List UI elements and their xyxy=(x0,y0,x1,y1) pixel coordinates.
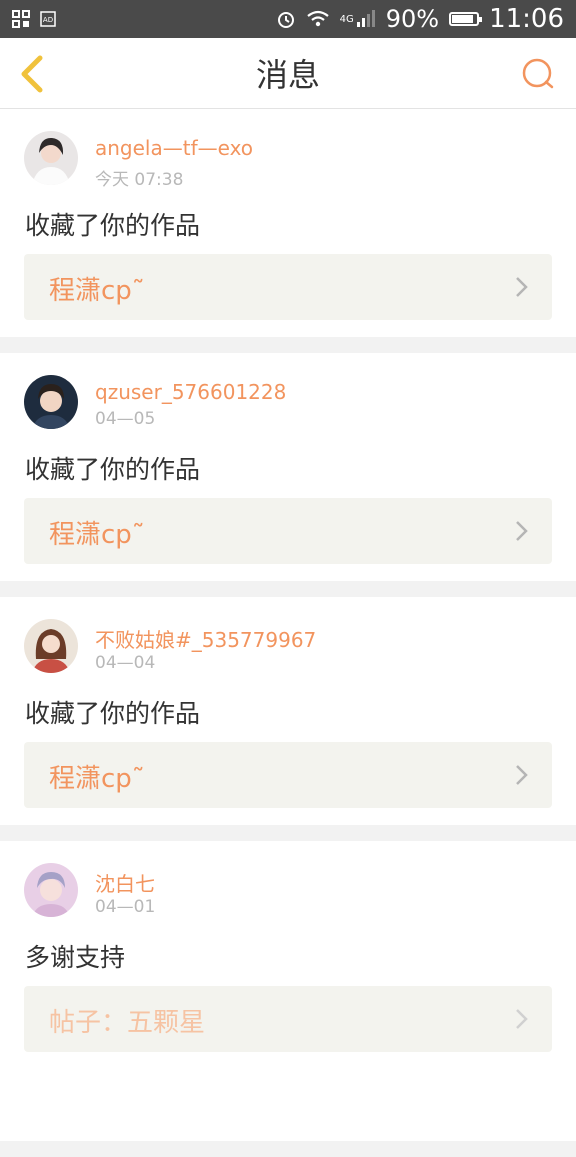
referenced-work[interactable]: 程潇cp˜ xyxy=(24,254,552,320)
battery-percent: 90% xyxy=(385,5,440,33)
chevron-right-icon xyxy=(516,1009,528,1029)
message-card: 不败姑娘#_535779967 04—04 收藏了你的作品 程潇cp˜ xyxy=(0,597,576,825)
network-type: 4G xyxy=(339,13,354,25)
avatar[interactable] xyxy=(24,131,78,185)
username[interactable]: qzuser_576601228 xyxy=(95,380,286,404)
ad-icon: AD xyxy=(40,11,56,27)
timestamp: 04—01 xyxy=(95,897,156,917)
work-title: 程潇cp˜ xyxy=(49,764,145,794)
action-text: 收藏了你的作品 xyxy=(25,455,201,484)
message-card: angela—tf—exo 今天 07:38 收藏了你的作品 程潇cp˜ xyxy=(0,109,576,337)
clock: 11:06 xyxy=(489,4,564,34)
referenced-work[interactable]: 程潇cp˜ xyxy=(24,742,552,808)
message-card: qzuser_576601228 04—05 收藏了你的作品 程潇cp˜ xyxy=(0,353,576,581)
referenced-work[interactable]: 程潇cp˜ xyxy=(24,498,552,564)
signal-icon xyxy=(356,10,375,27)
status-left: AD xyxy=(12,10,56,28)
chevron-right-icon xyxy=(516,765,528,785)
timestamp: 04—05 xyxy=(95,409,156,429)
nav-bar: 消息 xyxy=(0,38,576,109)
timestamp: 今天 07:38 xyxy=(95,170,184,190)
back-arrow-icon[interactable] xyxy=(14,54,50,94)
message-list: angela—tf—exo 今天 07:38 收藏了你的作品 程潇cp˜ qzu… xyxy=(0,109,576,1157)
grid-app-icon xyxy=(12,10,30,28)
svg-text:AD: AD xyxy=(43,16,53,24)
message-card: 沈白七 04—01 多谢支持 帖子：五颗星 xyxy=(0,841,576,1141)
chevron-right-icon xyxy=(516,277,528,297)
work-title: 程潇cp˜ xyxy=(49,276,145,306)
search-icon[interactable] xyxy=(520,56,556,92)
status-right: 4G 90% 11:06 xyxy=(276,4,564,34)
page-title: 消息 xyxy=(255,56,320,94)
wifi-icon xyxy=(306,10,329,27)
timestamp: 04—04 xyxy=(95,653,156,673)
action-text: 多谢支持 xyxy=(25,943,126,972)
chevron-right-icon xyxy=(516,521,528,541)
username[interactable]: 沈白七 xyxy=(95,868,155,897)
post-title: 帖子：五颗星 xyxy=(49,1008,206,1038)
status-bar: AD 4G 90% 11:06 xyxy=(0,0,576,38)
alarm-icon xyxy=(277,12,294,28)
username[interactable]: 不败姑娘#_535779967 xyxy=(95,624,316,653)
username[interactable]: angela—tf—exo xyxy=(95,136,253,160)
battery-icon xyxy=(449,12,483,26)
action-text: 收藏了你的作品 xyxy=(25,699,201,728)
referenced-post[interactable]: 帖子：五颗星 xyxy=(24,986,552,1052)
avatar[interactable] xyxy=(24,619,78,673)
avatar[interactable] xyxy=(24,863,78,917)
avatar[interactable] xyxy=(24,375,78,429)
action-text: 收藏了你的作品 xyxy=(25,211,201,240)
work-title: 程潇cp˜ xyxy=(49,520,145,550)
